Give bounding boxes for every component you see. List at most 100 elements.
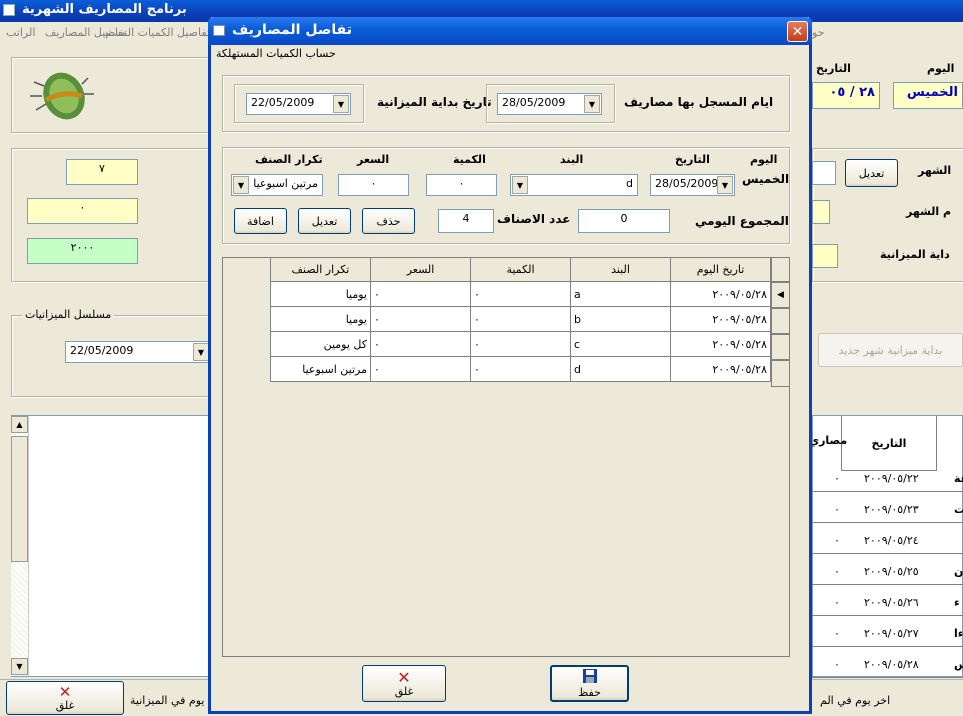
- main-table-row[interactable]: ٠ ٢٠٠٩/٠٥/٢٢ عة: [812, 470, 963, 492]
- item-count-field[interactable]: 4: [438, 209, 494, 233]
- chevron-down-icon[interactable]: ▼: [717, 176, 733, 194]
- grid-cell-date[interactable]: ٢٠٠٩/٠٥/٢٨: [670, 356, 771, 382]
- edit-button[interactable]: تعديل: [298, 208, 351, 234]
- new-month-budget-button[interactable]: بداية ميزانية شهر جديد: [818, 333, 963, 367]
- main-table-row[interactable]: ٠ ٢٠٠٩/٠٥/٢٥ ن: [812, 563, 963, 585]
- menu-about[interactable]: حو: [812, 26, 824, 39]
- main-close-button[interactable]: ✕ غلق: [6, 681, 124, 715]
- close-x-icon: ✕: [397, 667, 411, 687]
- grid-row[interactable]: ٢٠٠٩/٠٥/٢٨ d ٠ ٠ مرتين اسبوعيا: [270, 356, 771, 382]
- dialog-titlebar: تفاصل المصاريف ✕: [208, 17, 812, 45]
- dialog-close-button[interactable]: ✕ غلق: [362, 665, 446, 702]
- grid-cell-date[interactable]: ٢٠٠٩/٠٥/٢٨: [670, 281, 771, 307]
- form-price-input[interactable]: ٠: [338, 174, 409, 196]
- grid-cell-qty[interactable]: ٠: [470, 281, 571, 307]
- grid-cell-price[interactable]: ٠: [370, 281, 471, 307]
- main-table-row[interactable]: ٠ ٢٠٠٩/٠٥/٢٤: [812, 532, 963, 554]
- main-row-amount: ٠: [834, 627, 840, 640]
- main-table-row[interactable]: ٠ ٢٠٠٩/٠٥/٢٦ ء: [812, 594, 963, 616]
- row-selector[interactable]: [771, 308, 790, 334]
- main-edit-button[interactable]: تعديل: [845, 159, 898, 187]
- grid-cell-price[interactable]: ٠: [370, 331, 471, 357]
- form-qty-input[interactable]: ٠: [426, 174, 497, 196]
- main-row-date: ٢٠٠٩/٠٥/٢٦: [864, 596, 919, 609]
- grid-cell-qty[interactable]: ٠: [470, 356, 571, 382]
- grid-cell-repeat[interactable]: مرتين اسبوعيا: [270, 356, 371, 382]
- grid-cell-item[interactable]: a: [570, 281, 671, 307]
- scroll-down-icon[interactable]: ▼: [11, 658, 28, 675]
- grid-cell-qty[interactable]: ٠: [470, 306, 571, 332]
- grid-header-qty[interactable]: الكمية: [470, 257, 571, 282]
- form-date-label: التاريخ: [675, 153, 710, 166]
- row-selector-current-icon[interactable]: ◀: [771, 282, 790, 308]
- main-day-field[interactable]: الخميس: [893, 82, 963, 109]
- grid-header-date[interactable]: تاريخ اليوم: [670, 257, 771, 282]
- month-expenses-field[interactable]: ٠: [27, 198, 138, 224]
- delete-button[interactable]: حذف: [362, 208, 415, 234]
- form-repeat-label: تكرار الصنف: [255, 153, 323, 166]
- grid-cell-item[interactable]: c: [570, 331, 671, 357]
- form-item-label: البند: [560, 153, 584, 166]
- grid-cell-repeat[interactable]: يوميا: [270, 281, 371, 307]
- grid-corner-cell: [771, 257, 790, 282]
- dialog-grid: تاريخ اليوم البند الكمية السعر تكرار الص…: [270, 257, 771, 382]
- grid-cell-item[interactable]: d: [570, 356, 671, 382]
- grid-cell-qty[interactable]: ٠: [470, 331, 571, 357]
- main-row-amount: ٠: [834, 565, 840, 578]
- vertical-scrollbar[interactable]: ▲ ▼: [11, 416, 29, 676]
- dialog-save-button[interactable]: حفظ: [550, 665, 629, 702]
- chevron-down-icon[interactable]: ▼: [333, 95, 349, 113]
- add-button[interactable]: اضافة: [234, 208, 287, 234]
- chevron-down-icon[interactable]: ▼: [584, 95, 600, 113]
- grid-cell-repeat[interactable]: يوميا: [270, 306, 371, 332]
- main-row-date: ٢٠٠٩/٠٥/٢٧: [864, 627, 919, 640]
- month-input-partial[interactable]: [812, 161, 836, 185]
- scroll-up-icon[interactable]: ▲: [11, 416, 28, 433]
- form-qty-label: الكمية: [453, 153, 486, 166]
- main-table-row[interactable]: ٠ ٢٠٠٩/٠٥/٢٨ س: [812, 656, 963, 678]
- budget-start-amount-field[interactable]: ٢٠٠٠: [27, 238, 138, 264]
- grid-row[interactable]: ٢٠٠٩/٠٥/٢٨ a ٠ ٠ يوميا: [270, 281, 771, 307]
- app-icon: [3, 4, 15, 16]
- form-item-combo[interactable]: d: [510, 174, 638, 196]
- menu-salary[interactable]: الراتب: [6, 26, 35, 39]
- grid-row[interactable]: ٢٠٠٩/٠٥/٢٨ b ٠ ٠ يوميا: [270, 306, 771, 332]
- grid-header-item[interactable]: البند: [570, 257, 671, 282]
- chevron-down-icon[interactable]: ▼: [233, 176, 249, 194]
- row-selector[interactable]: [771, 360, 790, 387]
- main-row-amount: ٠: [834, 658, 840, 671]
- grid-header-price[interactable]: السعر: [370, 257, 471, 282]
- main-date-field[interactable]: ٢٨ / ٠٥: [812, 82, 880, 109]
- main-close-label: غلق: [55, 698, 75, 712]
- grid-cell-item[interactable]: b: [570, 306, 671, 332]
- grid-cell-price[interactable]: ٠: [370, 306, 471, 332]
- scroll-thumb[interactable]: [11, 436, 28, 562]
- row-selector[interactable]: [771, 334, 790, 360]
- grid-row[interactable]: ٢٠٠٩/٠٥/٢٨ c ٠ ٠ كل يومين: [270, 331, 771, 357]
- daily-total-field[interactable]: 0: [578, 209, 670, 233]
- months-count-field[interactable]: ٧: [66, 159, 138, 185]
- main-row-day: ءا: [954, 627, 963, 640]
- daily-total-label: المجموع اليومي: [695, 214, 789, 228]
- main-row-date: ٢٠٠٩/٠٥/٢٤: [864, 534, 919, 547]
- main-table-row[interactable]: ٠ ٢٠٠٩/٠٥/٢٣ ت: [812, 501, 963, 523]
- form-day-label: اليوم: [750, 153, 778, 166]
- dialog-close-icon[interactable]: ✕: [787, 21, 808, 42]
- money-logo-icon: [24, 62, 102, 124]
- grid-cell-repeat[interactable]: كل يومين: [270, 331, 371, 357]
- chevron-down-icon[interactable]: ▼: [512, 176, 528, 194]
- month-start-field-partial[interactable]: [812, 200, 830, 224]
- main-row-amount: ٠: [834, 534, 840, 547]
- main-window-title: برنامج المصاريف الشهرية: [22, 2, 187, 17]
- main-table-row[interactable]: ٠ ٢٠٠٩/٠٥/٢٧ ءا: [812, 625, 963, 647]
- budget-series-select[interactable]: 22/05/2009: [65, 341, 210, 363]
- menu-consumed-quantities[interactable]: تفاصيل الكميات المستهلكة: [106, 26, 210, 39]
- budget-start-field-partial[interactable]: [812, 244, 838, 268]
- grid-header-repeat[interactable]: تكرار الصنف: [270, 257, 371, 282]
- grid-cell-price[interactable]: ٠: [370, 356, 471, 382]
- grid-cell-date[interactable]: ٢٠٠٩/٠٥/٢٨: [670, 306, 771, 332]
- chevron-down-icon[interactable]: ▼: [193, 343, 209, 361]
- budget-start-label: تاريخ بداية الميزانية: [377, 95, 492, 109]
- dialog-title: تفاصل المصاريف: [232, 22, 352, 38]
- grid-cell-date[interactable]: ٢٠٠٩/٠٥/٢٨: [670, 331, 771, 357]
